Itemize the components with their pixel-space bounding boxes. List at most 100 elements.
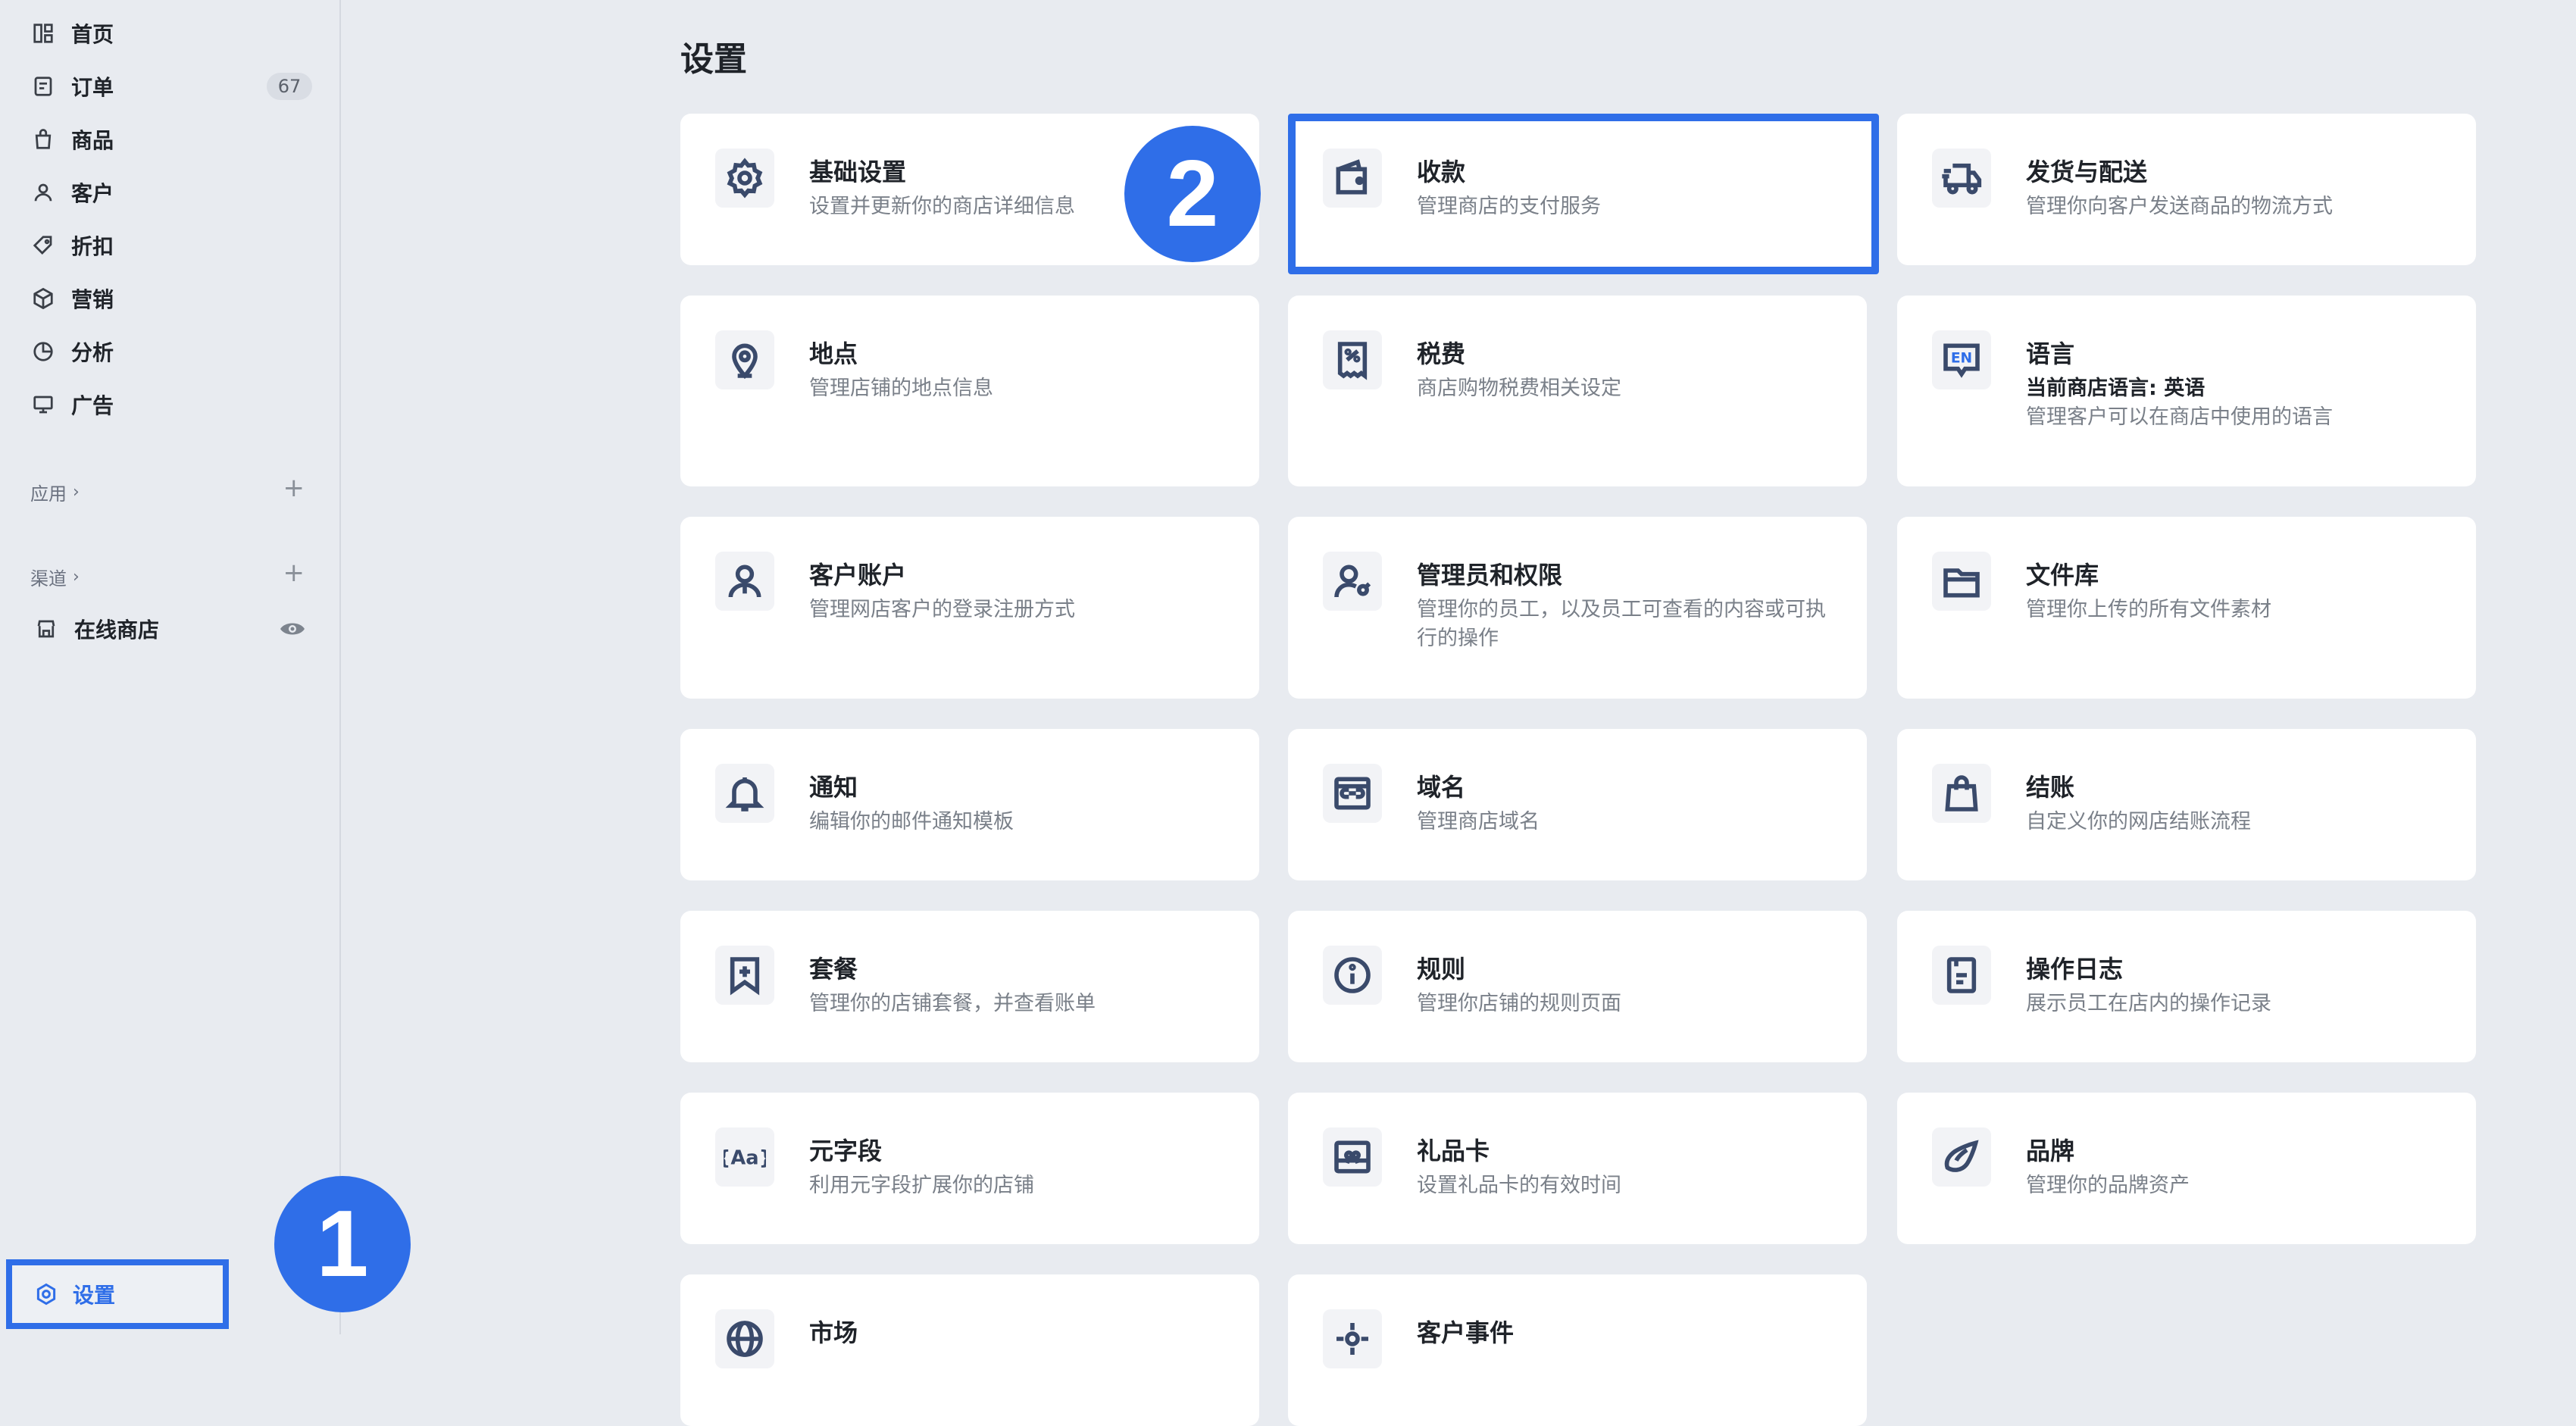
- log-icon: [1932, 946, 1991, 1005]
- card-title: 通知: [809, 773, 858, 802]
- card-title: 语言: [2026, 339, 2075, 368]
- sidebar-item-label: 分析: [71, 340, 114, 365]
- orders-icon: [30, 73, 56, 99]
- card-description-text: 管理客户可以在商店中使用的语言: [2026, 405, 2333, 429]
- metafield-icon: {Aa}: [715, 1127, 774, 1187]
- bookmark-plus-icon: [715, 946, 774, 1005]
- ads-icon: [30, 392, 56, 417]
- settings-card-customer-events[interactable]: 客户事件: [1288, 1274, 1867, 1426]
- events-icon: [1323, 1309, 1382, 1368]
- card-description: 自定义你的网店结账流程: [2026, 810, 2251, 833]
- card-description: 管理你的品牌资产: [2026, 1174, 2190, 1197]
- sidebar-item-analytics[interactable]: 分析: [30, 329, 312, 374]
- marketing-icon: [30, 286, 56, 311]
- settings-card-markets[interactable]: 市场: [680, 1274, 1259, 1426]
- sidebar-item-orders[interactable]: 订单 67: [30, 64, 312, 109]
- card-title: 文件库: [2026, 561, 2099, 589]
- settings-card-plan[interactable]: 套餐 管理你的店铺套餐，并查看账单: [680, 911, 1259, 1062]
- card-title: 品牌: [2026, 1137, 2075, 1165]
- sidebar-item-discounts[interactable]: 折扣: [30, 223, 312, 268]
- add-channel-icon[interactable]: +: [283, 558, 305, 588]
- page-title: 设置: [680, 40, 747, 79]
- svg-text:{Aa}: {Aa}: [724, 1146, 766, 1169]
- card-description: 利用元字段扩展你的店铺: [809, 1174, 1034, 1197]
- eye-icon[interactable]: [279, 620, 306, 638]
- sidebar-item-online-store[interactable]: 在线商店: [33, 606, 306, 652]
- card-title: 市场: [809, 1318, 858, 1347]
- svg-text:EN: EN: [1951, 351, 1972, 367]
- sidebar-item-ads[interactable]: 广告: [30, 382, 312, 427]
- card-title: 地点: [809, 339, 858, 368]
- settings-card-locations[interactable]: 地点 管理店铺的地点信息: [680, 296, 1259, 486]
- chevron-right-icon: ›: [73, 483, 80, 502]
- card-title: 发货与配送: [2026, 158, 2148, 186]
- card-description: 管理你的员工，以及员工可查看的内容或可执行的操作: [1417, 598, 1826, 650]
- settings-card-payments[interactable]: 收款 管理商店的支付服务: [1288, 114, 1879, 274]
- gear-icon: [36, 1283, 56, 1306]
- settings-card-shipping[interactable]: 发货与配送 管理你向客户发送商品的物流方式: [1897, 114, 2476, 265]
- card-description: 当前商店语言: 英语管理客户可以在商店中使用的语言: [2026, 374, 2450, 432]
- settings-card-taxes[interactable]: 税费 商店购物税费相关设定: [1288, 296, 1867, 486]
- sidebar-item-label: 客户: [71, 181, 114, 206]
- sidebar-item-settings[interactable]: 设置: [6, 1259, 229, 1329]
- sidebar: 首页 订单 67 商品 客户 折扣 营销 分析 广告 应用 › + 渠道 › +: [0, 0, 341, 1334]
- settings-card-staff-permissions[interactable]: 管理员和权限 管理你的员工，以及员工可查看的内容或可执行的操作: [1288, 517, 1867, 699]
- card-description: 管理商店的支付服务: [1417, 195, 1601, 218]
- gift-card-icon: [1323, 1127, 1382, 1187]
- current-language: 当前商店语言: 英语: [2026, 377, 2206, 400]
- customers-icon: [30, 180, 56, 205]
- globe-icon: [715, 1309, 774, 1368]
- sidebar-item-marketing[interactable]: 营销: [30, 276, 312, 321]
- card-description: 管理商店域名: [1417, 810, 1540, 833]
- sidebar-item-label: 广告: [71, 393, 114, 418]
- card-description: 管理你上传的所有文件素材: [2026, 598, 2271, 621]
- channels-section-label: 渠道: [30, 568, 67, 589]
- add-app-icon[interactable]: +: [283, 473, 305, 503]
- truck-icon: [1932, 149, 1991, 208]
- analytics-icon: [30, 339, 56, 364]
- language-icon: EN: [1932, 330, 1991, 389]
- products-icon: [30, 127, 56, 152]
- settings-card-brand[interactable]: 品牌 管理你的品牌资产: [1897, 1093, 2476, 1244]
- card-description: 管理你的店铺套餐，并查看账单: [809, 992, 1096, 1015]
- user-icon: [715, 552, 774, 611]
- gear-icon: [715, 149, 774, 208]
- card-title: 管理员和权限: [1417, 561, 1563, 589]
- card-description: 设置礼品卡的有效时间: [1417, 1174, 1621, 1197]
- sidebar-item-label: 订单: [71, 75, 114, 100]
- user-key-icon: [1323, 552, 1382, 611]
- card-description: 编辑你的邮件通知模板: [809, 810, 1014, 833]
- settings-card-customer-accounts[interactable]: 客户账户 管理网店客户的登录注册方式: [680, 517, 1259, 699]
- receipt-icon: [1323, 330, 1382, 389]
- card-title: 元字段: [809, 1137, 883, 1165]
- sidebar-item-customers[interactable]: 客户: [30, 170, 312, 215]
- settings-card-activity-log[interactable]: 操作日志 展示员工在店内的操作记录: [1897, 911, 2476, 1062]
- apps-section-toggle[interactable]: 应用 ›: [30, 479, 80, 505]
- card-title: 客户事件: [1417, 1318, 1515, 1347]
- sidebar-item-label: 营销: [71, 287, 114, 312]
- card-description: 商店购物税费相关设定: [1417, 377, 1621, 400]
- bell-icon: [715, 764, 774, 823]
- card-description: 管理店铺的地点信息: [809, 377, 993, 400]
- sidebar-item-products[interactable]: 商品: [30, 117, 312, 162]
- settings-card-files[interactable]: 文件库 管理你上传的所有文件素材: [1897, 517, 2476, 699]
- settings-card-domains[interactable]: 域名 管理商店域名: [1288, 729, 1867, 880]
- card-title: 客户账户: [809, 561, 907, 589]
- card-description: 展示员工在店内的操作记录: [2026, 992, 2271, 1015]
- card-title: 规则: [1417, 955, 1466, 984]
- settings-card-language[interactable]: EN 语言 当前商店语言: 英语管理客户可以在商店中使用的语言: [1897, 296, 2476, 486]
- card-title: 礼品卡: [1417, 1137, 1490, 1165]
- sidebar-item-label: 首页: [71, 22, 114, 47]
- settings-card-checkout[interactable]: 结账 自定义你的网店结账流程: [1897, 729, 2476, 880]
- channels-section-toggle[interactable]: 渠道 ›: [30, 564, 80, 590]
- settings-card-metafields[interactable]: {Aa} 元字段 利用元字段扩展你的店铺: [680, 1093, 1259, 1244]
- settings-card-policies[interactable]: 规则 管理你店铺的规则页面: [1288, 911, 1867, 1062]
- shopping-bag-icon: [1932, 764, 1991, 823]
- settings-card-gift-cards[interactable]: 礼品卡 设置礼品卡的有效时间: [1288, 1093, 1867, 1244]
- sidebar-item-home[interactable]: 首页: [30, 11, 312, 56]
- location-pin-icon: [715, 330, 774, 389]
- settings-card-notifications[interactable]: 通知 编辑你的邮件通知模板: [680, 729, 1259, 880]
- home-icon: [30, 20, 56, 46]
- card-title: 操作日志: [2026, 955, 2124, 984]
- sidebar-item-label: 在线商店: [74, 618, 160, 643]
